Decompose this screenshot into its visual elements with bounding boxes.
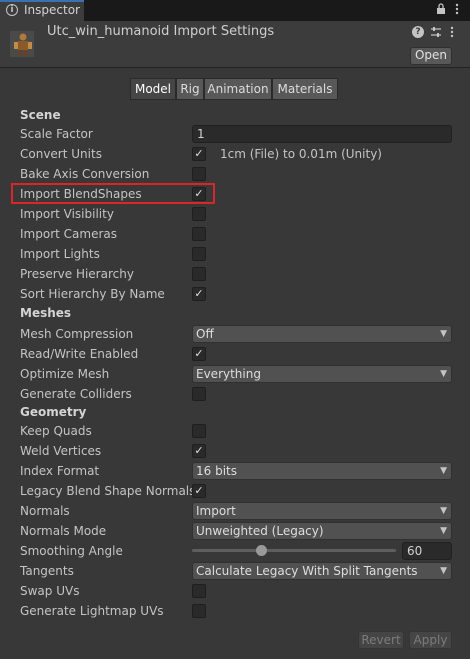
chevron-down-icon: ▼ (440, 329, 447, 339)
index-format-dropdown[interactable]: 16 bits ▼ (192, 462, 452, 480)
smoothing-angle-slider-track[interactable] (192, 549, 396, 552)
window-tab-bar: i Inspector (0, 0, 470, 21)
index-format-label: Index Format (20, 464, 100, 478)
tangents-dropdown[interactable]: Calculate Legacy With Split Tangents ▼ (192, 562, 452, 580)
tab-model[interactable]: Model (130, 78, 176, 100)
preset-sliders-icon[interactable] (430, 26, 442, 41)
read-write-checkbox[interactable]: ✓ (192, 347, 206, 361)
generate-colliders-label: Generate Colliders (20, 387, 132, 401)
bake-axis-checkbox[interactable] (192, 167, 206, 181)
chevron-down-icon: ▼ (440, 566, 447, 576)
swap-uvs-checkbox[interactable] (192, 584, 206, 598)
import-visibility-label: Import Visibility (20, 207, 114, 221)
normals-mode-label: Normals Mode (20, 524, 107, 538)
weld-vertices-label: Weld Vertices (20, 444, 102, 458)
inspector-tab[interactable]: i Inspector (0, 0, 84, 21)
smoothing-angle-slider-handle[interactable] (256, 545, 267, 556)
mesh-compression-value: Off (196, 327, 214, 341)
sort-hierarchy-label: Sort Hierarchy By Name (20, 287, 165, 301)
import-blendshapes-label: Import BlendShapes (20, 187, 142, 201)
smoothing-angle-label: Smoothing Angle (20, 544, 123, 558)
page-title: Utc_win_humanoid Import Settings (47, 24, 275, 39)
generate-colliders-checkbox[interactable] (192, 387, 206, 401)
chevron-down-icon: ▼ (440, 506, 447, 516)
chevron-down-icon: ▼ (440, 466, 447, 476)
mesh-compression-dropdown[interactable]: Off ▼ (192, 325, 452, 343)
lightmap-uvs-checkbox[interactable] (192, 604, 206, 618)
read-write-label: Read/Write Enabled (20, 347, 139, 361)
tab-animation[interactable]: Animation (204, 78, 272, 100)
preserve-hierarchy-checkbox[interactable] (192, 267, 206, 281)
section-meshes-heading: Meshes (20, 306, 72, 320)
legacy-blend-normals-label: Legacy Blend Shape Normals (20, 484, 196, 498)
info-icon: i (6, 4, 18, 16)
chevron-down-icon: ▼ (440, 369, 447, 379)
kebab-menu-icon[interactable] (455, 3, 459, 18)
help-icon[interactable]: ? (412, 26, 424, 38)
keep-quads-checkbox[interactable] (192, 424, 206, 438)
tab-rig[interactable]: Rig (176, 78, 204, 100)
normals-mode-value: Unweighted (Legacy) (196, 524, 324, 538)
normals-mode-dropdown[interactable]: Unweighted (Legacy) ▼ (192, 522, 452, 540)
section-geometry-heading: Geometry (20, 405, 87, 419)
import-lights-checkbox[interactable] (192, 247, 206, 261)
swap-uvs-label: Swap UVs (20, 584, 80, 598)
scale-factor-label: Scale Factor (20, 127, 93, 141)
bake-axis-label: Bake Axis Conversion (20, 167, 150, 181)
header-kebab-menu-icon[interactable] (450, 26, 454, 41)
model-prefab-icon (8, 29, 36, 59)
chevron-down-icon: ▼ (440, 526, 447, 536)
optimize-mesh-value: Everything (196, 367, 261, 381)
tab-materials[interactable]: Materials (272, 78, 338, 100)
preserve-hierarchy-label: Preserve Hierarchy (20, 267, 134, 281)
sort-hierarchy-checkbox[interactable]: ✓ (192, 287, 206, 301)
convert-units-note: 1cm (File) to 0.01m (Unity) (220, 147, 382, 161)
open-button[interactable]: Open (410, 47, 452, 65)
keep-quads-label: Keep Quads (20, 424, 92, 438)
convert-units-label: Convert Units (20, 147, 102, 161)
section-scene-heading: Scene (20, 108, 61, 122)
convert-units-checkbox[interactable]: ✓ (192, 147, 206, 161)
mesh-compression-label: Mesh Compression (20, 327, 134, 341)
normals-dropdown[interactable]: Import ▼ (192, 502, 452, 520)
import-blendshapes-checkbox[interactable]: ✓ (192, 187, 206, 201)
legacy-blend-normals-checkbox[interactable]: ✓ (192, 484, 206, 498)
normals-value: Import (196, 504, 236, 518)
index-format-value: 16 bits (196, 464, 237, 478)
import-lights-label: Import Lights (20, 247, 100, 261)
revert-button[interactable]: Revert (358, 631, 404, 649)
lightmap-uvs-label: Generate Lightmap UVs (20, 604, 164, 618)
inspector-tab-label: Inspector (24, 3, 80, 17)
import-cameras-label: Import Cameras (20, 227, 117, 241)
lock-icon[interactable] (436, 3, 446, 18)
optimize-mesh-label: Optimize Mesh (20, 367, 110, 381)
normals-label: Normals (20, 504, 70, 518)
import-visibility-checkbox[interactable] (192, 207, 206, 221)
tangents-value: Calculate Legacy With Split Tangents (196, 564, 418, 578)
inspector-header: Utc_win_humanoid Import Settings ? Open (0, 21, 470, 68)
weld-vertices-checkbox[interactable]: ✓ (192, 444, 206, 458)
smoothing-angle-input[interactable]: 60 (402, 542, 452, 560)
tangents-label: Tangents (20, 564, 74, 578)
import-cameras-checkbox[interactable] (192, 227, 206, 241)
optimize-mesh-dropdown[interactable]: Everything ▼ (192, 365, 452, 383)
apply-button[interactable]: Apply (409, 631, 452, 649)
scale-factor-input[interactable]: 1 (192, 125, 452, 143)
